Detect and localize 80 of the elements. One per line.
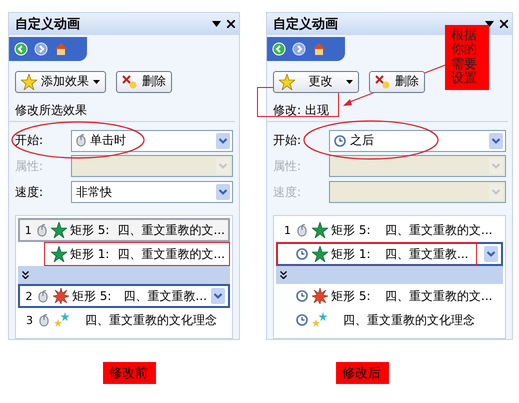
shape-name: 矩形 5: — [331, 288, 372, 305]
shape-name: 矩形 5: — [70, 222, 110, 239]
add-effect-button[interactable]: 更改 — [273, 70, 359, 93]
order-number: 1 — [24, 224, 32, 237]
clock-icon — [296, 314, 308, 326]
delete-button[interactable]: 删除 — [116, 70, 172, 93]
shape-name: 矩形 5: — [72, 288, 112, 305]
effect-text: 四、重文重教... — [124, 288, 207, 305]
star-icon — [312, 222, 328, 238]
close-icon[interactable] — [500, 20, 508, 28]
order-number: 3 — [25, 314, 33, 327]
close-icon[interactable] — [227, 20, 235, 28]
effect-text: 四、重文重教的文... — [385, 222, 494, 239]
order-number: 2 — [24, 290, 33, 303]
field-label: 属性: — [15, 158, 44, 175]
add-effect-button[interactable]: 添加效果 — [15, 70, 106, 93]
field-label: 速度: — [15, 184, 44, 201]
stars-icon — [312, 312, 328, 328]
star-icon — [21, 74, 37, 90]
shape-name: 矩形 5: — [331, 222, 372, 239]
effect-text: 四、重文重教的文... — [118, 222, 225, 239]
mouse-icon — [38, 290, 48, 303]
effect-text: 四、重文重教的文化理念 — [84, 312, 218, 329]
burst-star-icon — [312, 288, 328, 304]
pane-title: 自定义动画 — [15, 16, 80, 33]
dropdown-field[interactable]: 单击时 — [71, 130, 233, 152]
star-icon — [312, 246, 328, 262]
home-icon[interactable] — [54, 42, 68, 56]
delete-button[interactable]: 删除 — [369, 70, 425, 93]
mouse-icon — [297, 224, 307, 237]
caret-icon — [93, 80, 100, 84]
mouse-icon — [36, 224, 47, 237]
field-label: 属性: — [273, 158, 302, 175]
dropdown-field[interactable] — [71, 155, 233, 178]
effect-text: 四、重文重教的文... — [118, 246, 225, 263]
effect-text: 四、重文重教的文... — [385, 288, 494, 305]
dropdown-field[interactable] — [329, 181, 506, 204]
dropdown-field[interactable]: 非常快 — [71, 181, 233, 204]
effect-text: 四、重文重教的文化理念 — [342, 312, 476, 329]
star-icon — [50, 246, 67, 262]
stars-icon — [54, 312, 70, 328]
effect-list-item[interactable]: 矩形 1: 四、重文重教... — [276, 242, 503, 266]
pane-menu-arrow-icon[interactable] — [485, 20, 494, 27]
dropdown-field[interactable]: 之后 — [329, 130, 506, 152]
double-chevron-icon — [280, 271, 287, 280]
shape-name: 矩形 1: — [70, 246, 110, 263]
pane-menu-arrow-icon[interactable] — [212, 20, 221, 27]
double-chevron-icon — [22, 271, 29, 280]
delete-icon — [122, 74, 138, 89]
forward-icon[interactable] — [292, 42, 306, 56]
mouse-icon — [39, 314, 49, 327]
delete-icon — [375, 74, 391, 89]
star-icon — [279, 74, 295, 90]
dropdown-field[interactable] — [329, 155, 506, 178]
annotation-note: 根据你的需要设置 — [445, 25, 489, 90]
clock-icon — [296, 290, 308, 302]
caption-label: 修改前 — [103, 362, 156, 384]
clock-icon — [334, 134, 346, 147]
field-label: 开始: — [15, 132, 44, 150]
shape-name: 矩形 1: — [331, 246, 372, 263]
clock-icon — [296, 248, 308, 260]
expand-bar[interactable] — [18, 266, 230, 284]
effect-text: 四、重文重教... — [385, 246, 470, 263]
section-label: 修改所选效果 — [15, 102, 87, 117]
forward-icon[interactable] — [34, 42, 48, 56]
home-icon[interactable] — [312, 42, 326, 56]
section-label: 修改: 出现 — [273, 102, 329, 117]
effect-list-item[interactable]: 1 矩形 5: 四、重文重教的文... — [18, 218, 230, 242]
field-label: 开始: — [273, 132, 302, 150]
back-icon[interactable] — [272, 42, 286, 56]
field-label: 速度: — [273, 184, 302, 201]
star-icon — [50, 222, 67, 238]
mouse-icon — [76, 134, 86, 148]
pane-title: 自定义动画 — [273, 16, 338, 33]
back-icon[interactable] — [14, 42, 28, 56]
caption-label: 修改后 — [336, 362, 389, 384]
effect-list-item[interactable]: 2 矩形 5: 四、重文重教... — [18, 284, 230, 308]
caret-icon — [346, 80, 353, 84]
burst-star-icon — [52, 288, 69, 304]
order-number: 1 — [283, 224, 291, 237]
